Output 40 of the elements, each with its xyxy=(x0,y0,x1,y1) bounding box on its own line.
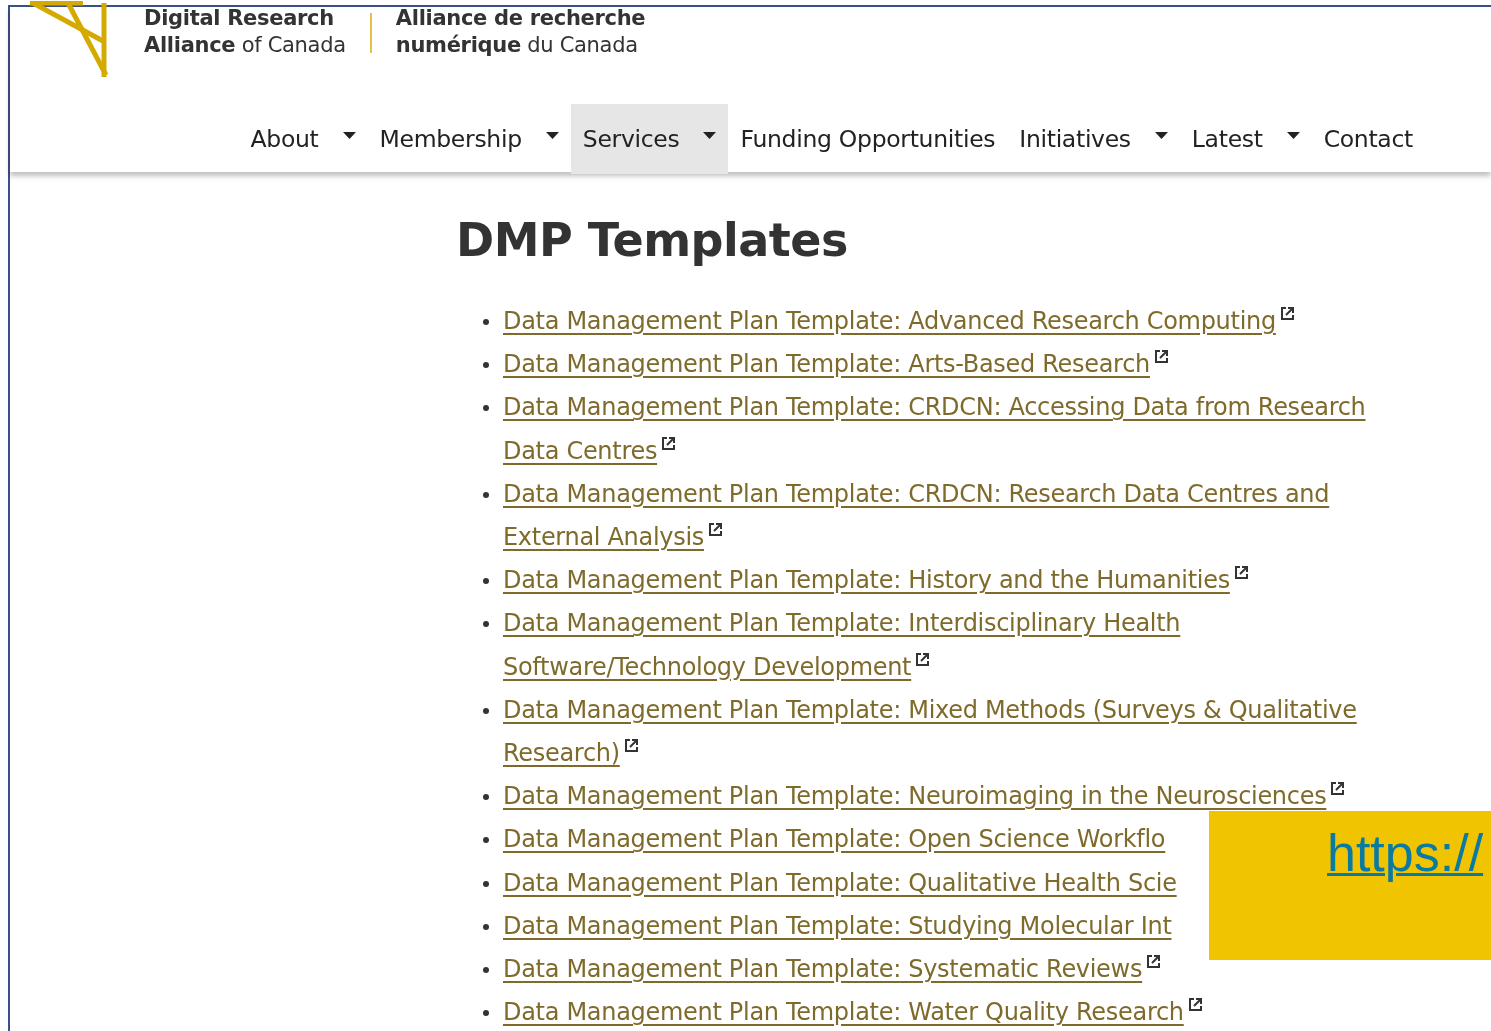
bullet-icon xyxy=(483,707,489,714)
template-link[interactable]: Data Management Plan Template: Mixed Methods (Surveys & Qualitative Research) xyxy=(503,688,1408,776)
logo-text: Alliance de recherche xyxy=(395,5,646,32)
logo-text: Alliance of Canada xyxy=(144,32,346,59)
nav-menu-item[interactable]: Membership xyxy=(367,104,571,174)
bullet-icon xyxy=(483,405,489,412)
nav-menu-item[interactable]: Services xyxy=(570,104,729,174)
template-link[interactable]: Data Management Plan Template: Arts-Based Research xyxy=(503,343,1169,387)
logo-text: numérique du Canada xyxy=(395,32,639,59)
bullet-icon xyxy=(483,923,489,930)
bullet-icon xyxy=(483,794,489,801)
template-link[interactable]: Data Management Plan Template: History and the Humanities xyxy=(503,559,1249,603)
logo-icon xyxy=(28,1,108,79)
bullet-icon xyxy=(483,491,489,498)
nav-menu-item[interactable]: About xyxy=(238,104,368,174)
url-link[interactable]: https:// xyxy=(1327,823,1484,883)
bullet-icon xyxy=(483,578,489,585)
template-link[interactable]: Data Management Plan Template: Interdisciplinary Health Software/Technology Development xyxy=(503,602,1408,689)
template-link[interactable]: Data Management Plan Template: Systematic Reviews xyxy=(503,948,1162,992)
template-link[interactable]: Data Management Plan Template: Open Science Workflo xyxy=(503,818,1166,862)
template-link[interactable]: Data Management Plan Template: Advanced Research Computing xyxy=(503,300,1295,344)
nav-menu-item[interactable]: Latest xyxy=(1179,104,1312,174)
page-title: DMP Templates xyxy=(456,212,849,269)
bullet-icon xyxy=(483,362,489,369)
nav-menu-item[interactable]: Contact xyxy=(1311,104,1425,174)
bullet-icon xyxy=(483,837,489,844)
bullet-icon xyxy=(483,880,489,887)
template-link[interactable]: Data Management Plan Template: Studying Molecular Int xyxy=(503,904,1172,949)
nav-menu-item[interactable]: Funding Opportunities xyxy=(728,104,1008,174)
template-link[interactable]: Data Management Plan Template: Neuroimaging in the Neurosciences xyxy=(503,775,1346,819)
logo-text: Digital Research xyxy=(144,5,335,32)
nav-menu-item[interactable]: Initiatives xyxy=(1007,104,1180,174)
bullet-icon xyxy=(483,319,489,325)
bullet-icon xyxy=(483,967,489,974)
template-link[interactable]: Data Management Plan Template: Qualitative Health Scie xyxy=(503,861,1177,905)
bullet-icon xyxy=(483,621,489,628)
template-link[interactable]: Data Management Plan Template: CRDCN: Accessing Data from Research Data Centres xyxy=(503,386,1408,473)
template-link[interactable]: Data Management Plan Template: Water Quality Research xyxy=(503,991,1203,1031)
bullet-icon xyxy=(483,1010,489,1017)
template-link[interactable]: Data Management Plan Template: CRDCN: Research Data Centres and External Analysis xyxy=(503,472,1408,560)
